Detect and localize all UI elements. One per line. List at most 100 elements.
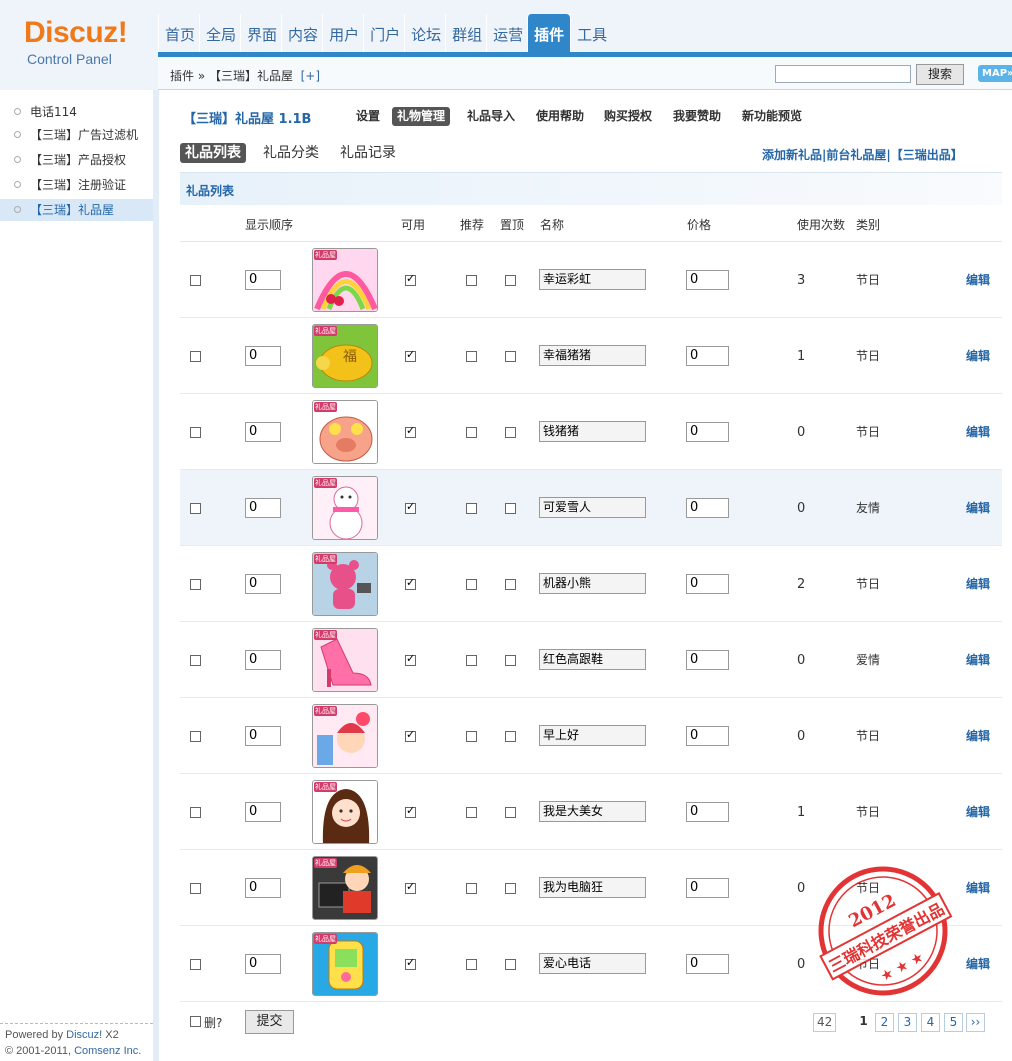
- next-page-link[interactable]: ››: [966, 1013, 985, 1032]
- name-input[interactable]: 钱猪猪: [539, 421, 646, 442]
- recommend-checkbox[interactable]: [466, 351, 477, 362]
- row-delete-checkbox[interactable]: [190, 351, 201, 362]
- name-input[interactable]: 我是大美女: [539, 801, 646, 822]
- order-input[interactable]: 0: [245, 270, 281, 290]
- price-input[interactable]: 0: [686, 422, 729, 442]
- enabled-checkbox[interactable]: [405, 576, 416, 590]
- plugin-tab[interactable]: 使用帮助: [531, 107, 589, 126]
- row-delete-checkbox[interactable]: [190, 731, 201, 742]
- recommend-checkbox[interactable]: [466, 579, 477, 590]
- price-input[interactable]: 0: [686, 346, 729, 366]
- map-button[interactable]: MAP»: [978, 65, 1012, 82]
- top-checkbox[interactable]: [505, 883, 516, 894]
- name-input[interactable]: 幸运彩虹: [539, 269, 646, 290]
- top-checkbox[interactable]: [505, 655, 516, 666]
- order-input[interactable]: 0: [245, 802, 281, 822]
- name-input[interactable]: 红色高跟鞋: [539, 649, 646, 670]
- order-input[interactable]: 0: [245, 726, 281, 746]
- page-link[interactable]: 3: [898, 1013, 917, 1032]
- name-input[interactable]: 幸福猪猪: [539, 345, 646, 366]
- name-input[interactable]: 机器小熊: [539, 573, 646, 594]
- enabled-checkbox[interactable]: [405, 424, 416, 438]
- enabled-checkbox[interactable]: [405, 348, 416, 362]
- plugin-tab[interactable]: 新功能预览: [737, 107, 807, 126]
- name-input[interactable]: 爱心电话: [539, 953, 646, 974]
- price-input[interactable]: 0: [686, 726, 729, 746]
- edit-link[interactable]: 编辑: [966, 651, 990, 668]
- nav-item[interactable]: 首页: [158, 14, 199, 54]
- edit-link[interactable]: 编辑: [966, 423, 990, 440]
- search-button[interactable]: 搜索: [916, 64, 964, 85]
- sidebar-item[interactable]: 【三瑞】产品授权: [0, 149, 153, 171]
- page-link[interactable]: 2: [875, 1013, 894, 1032]
- recommend-checkbox[interactable]: [466, 275, 477, 286]
- top-checkbox[interactable]: [505, 275, 516, 286]
- sidebar-item[interactable]: 电话114: [0, 101, 153, 123]
- sidebar-item[interactable]: 【三瑞】注册验证: [0, 174, 153, 196]
- price-input[interactable]: 0: [686, 574, 729, 594]
- recommend-checkbox[interactable]: [466, 655, 477, 666]
- add-shortcut-link[interactable]: [+]: [301, 69, 320, 83]
- order-input[interactable]: 0: [245, 422, 281, 442]
- plugin-links[interactable]: 添加新礼品|前台礼品屋|【三瑞出品】: [762, 146, 963, 163]
- page-link[interactable]: 1: [854, 1013, 873, 1032]
- price-input[interactable]: 0: [686, 954, 729, 974]
- edit-link[interactable]: 编辑: [966, 271, 990, 288]
- recommend-checkbox[interactable]: [466, 731, 477, 742]
- enabled-checkbox[interactable]: [405, 956, 416, 970]
- row-delete-checkbox[interactable]: [190, 883, 201, 894]
- recommend-checkbox[interactable]: [466, 807, 477, 818]
- row-delete-checkbox[interactable]: [190, 427, 201, 438]
- recommend-checkbox[interactable]: [466, 883, 477, 894]
- price-input[interactable]: 0: [686, 650, 729, 670]
- top-checkbox[interactable]: [505, 503, 516, 514]
- plugin-tab[interactable]: 我要赞助: [668, 107, 726, 126]
- plugin-tab[interactable]: 礼物管理: [392, 107, 451, 126]
- search-input[interactable]: [775, 65, 911, 83]
- order-input[interactable]: 0: [245, 498, 281, 518]
- name-input[interactable]: 我为电脑狂: [539, 877, 646, 898]
- enabled-checkbox[interactable]: [405, 500, 416, 514]
- price-input[interactable]: 0: [686, 270, 729, 290]
- sub-tab[interactable]: 礼品列表: [180, 143, 246, 163]
- enabled-checkbox[interactable]: [405, 728, 416, 742]
- price-input[interactable]: 0: [686, 878, 729, 898]
- row-delete-checkbox[interactable]: [190, 503, 201, 514]
- edit-link[interactable]: 编辑: [966, 879, 990, 896]
- top-checkbox[interactable]: [505, 351, 516, 362]
- name-input[interactable]: 早上好: [539, 725, 646, 746]
- top-checkbox[interactable]: [505, 731, 516, 742]
- nav-item[interactable]: 论坛: [404, 14, 445, 54]
- powered-link[interactable]: Discuz!: [66, 1029, 102, 1041]
- nav-item[interactable]: 工具: [570, 14, 611, 54]
- order-input[interactable]: 0: [245, 650, 281, 670]
- nav-item[interactable]: 运营: [486, 14, 527, 54]
- plugin-tab[interactable]: 礼品导入: [462, 107, 520, 126]
- enabled-checkbox[interactable]: [405, 804, 416, 818]
- edit-link[interactable]: 编辑: [966, 955, 990, 972]
- edit-link[interactable]: 编辑: [966, 347, 990, 364]
- top-checkbox[interactable]: [505, 579, 516, 590]
- name-input[interactable]: 可爱雪人: [539, 497, 646, 518]
- order-input[interactable]: 0: [245, 878, 281, 898]
- edit-link[interactable]: 编辑: [966, 803, 990, 820]
- edit-link[interactable]: 编辑: [966, 727, 990, 744]
- enabled-checkbox[interactable]: [405, 880, 416, 894]
- top-checkbox[interactable]: [505, 959, 516, 970]
- recommend-checkbox[interactable]: [466, 427, 477, 438]
- price-input[interactable]: 0: [686, 802, 729, 822]
- enabled-checkbox[interactable]: [405, 652, 416, 666]
- nav-item[interactable]: 用户: [322, 14, 363, 54]
- row-delete-checkbox[interactable]: [190, 959, 201, 970]
- sub-tab[interactable]: 礼品记录: [335, 143, 401, 163]
- order-input[interactable]: 0: [245, 346, 281, 366]
- order-input[interactable]: 0: [245, 574, 281, 594]
- plugin-tab[interactable]: 购买授权: [599, 107, 657, 126]
- nav-item[interactable]: 界面: [240, 14, 281, 54]
- recommend-checkbox[interactable]: [466, 503, 477, 514]
- recommend-checkbox[interactable]: [466, 959, 477, 970]
- sidebar-item[interactable]: 【三瑞】广告过滤机: [0, 124, 153, 146]
- nav-item[interactable]: 门户: [363, 14, 404, 54]
- nav-item[interactable]: 插件: [527, 14, 571, 54]
- row-delete-checkbox[interactable]: [190, 655, 201, 666]
